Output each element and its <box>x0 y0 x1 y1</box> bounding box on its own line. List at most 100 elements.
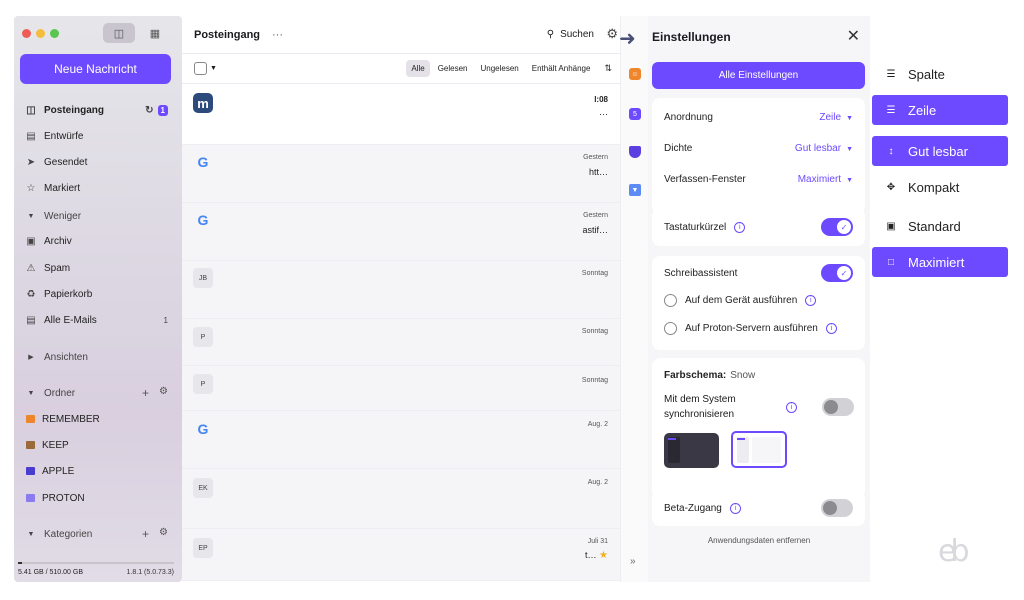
sidebar-folder-proton[interactable]: PROTON <box>20 488 174 508</box>
list-item[interactable]: P Sonntag <box>182 319 620 366</box>
arrangement-row[interactable]: Anordnung Zeile ▼ <box>664 107 853 127</box>
sidebar-folder-remember[interactable]: REMEMBER <box>20 409 174 429</box>
info-icon[interactable]: i <box>786 402 797 413</box>
avatar: P <box>193 327 213 347</box>
density-row[interactable]: Dichte Gut lesbar ▼ <box>664 138 853 158</box>
list-item[interactable]: EP Juli 31 t… ★ <box>182 529 620 581</box>
list-item[interactable]: JB Sonntag <box>182 261 620 319</box>
inbox-icon: ◫ <box>26 104 36 116</box>
sidebar-item-drafts[interactable]: ▤ Entwürfe <box>20 126 174 146</box>
version-text: 1.8.1 (5.0.73.3) <box>126 569 174 576</box>
list-item[interactable]: G Gestern astif… <box>182 203 620 261</box>
more-options-icon[interactable]: ··· <box>272 29 283 41</box>
composer-row[interactable]: Verfassen-Fenster Maximiert ▼ <box>664 169 853 189</box>
beta-row: Beta-Zugang i <box>664 498 853 518</box>
star-icon[interactable]: ★ <box>599 550 608 561</box>
expand-icon[interactable]: » <box>630 556 636 567</box>
density-select[interactable]: Gut lesbar ▼ <box>795 143 853 154</box>
info-icon[interactable]: i <box>729 502 741 514</box>
sync-label: Mit dem System synchronisieren <box>664 394 736 420</box>
close-window-button[interactable] <box>22 29 31 38</box>
option-column[interactable]: ☰ Spalte <box>872 59 1008 89</box>
radio-server[interactable] <box>664 321 677 335</box>
settings-gear-icon[interactable]: ⚙ <box>606 26 618 42</box>
sidebar-item-label: Ordner <box>44 387 76 399</box>
filter-attachments[interactable]: Enthält Anhänge <box>527 60 596 77</box>
shield-icon[interactable] <box>629 146 641 158</box>
option-compact[interactable]: ✥ Kompakt <box>872 172 1008 202</box>
shortcuts-toggle[interactable]: ✓ <box>821 218 853 236</box>
option-maximized[interactable]: □ Maximiert <box>872 247 1008 277</box>
sidebar-toggle-categories[interactable]: ▼ Kategorien + ⚙ <box>20 524 174 544</box>
sidebar-item-inbox[interactable]: ◫ Posteingang ↻ 1 <box>20 100 174 120</box>
list-item[interactable]: G Gestern htt… <box>182 145 620 203</box>
select-all-checkbox[interactable] <box>194 62 207 75</box>
sort-icon[interactable]: ⇅ <box>604 63 612 74</box>
calendar-app-icon[interactable]: ▦ <box>139 23 171 43</box>
assistant-server-label: Auf Proton-Servern ausführen <box>685 322 818 334</box>
chevron-down-icon[interactable]: ▼ <box>210 65 217 72</box>
add-category-icon[interactable]: + <box>142 527 149 541</box>
gear-icon[interactable]: ⚙ <box>159 386 168 400</box>
row-date: Aug. 2 <box>587 479 608 486</box>
arrangement-select[interactable]: Zeile ▼ <box>819 112 853 123</box>
info-icon[interactable]: i <box>825 322 837 334</box>
list-item[interactable]: EK Aug. 2 <box>182 469 620 529</box>
zoom-window-button[interactable] <box>50 29 59 38</box>
filter-read[interactable]: Gelesen <box>433 60 473 77</box>
filter-all[interactable]: Alle <box>406 60 430 77</box>
all-settings-button[interactable]: Alle Einstellungen <box>652 62 865 89</box>
sidebar-toggle-less[interactable]: ▼ Weniger <box>20 206 174 226</box>
sidebar-folder-keep[interactable]: KEEP <box>20 435 174 455</box>
star-icon: ☆ <box>26 182 36 194</box>
vpn-icon[interactable]: ▼ <box>629 184 641 196</box>
sidebar-toggle-views[interactable]: ▶ Ansichten <box>20 347 174 367</box>
assistant-device-option[interactable]: Auf dem Gerät ausführen i <box>664 290 853 310</box>
list-item[interactable]: G Aug. 2 <box>182 411 620 469</box>
check-icon: ✓ <box>837 220 851 234</box>
storage-text: 5.41 GB / 510.00 GB <box>18 569 83 576</box>
add-folder-icon[interactable]: + <box>142 386 149 400</box>
list-item[interactable]: m l:08 ··· <box>182 84 620 145</box>
google-icon: G <box>197 154 209 170</box>
composer-select[interactable]: Maximiert ▼ <box>798 174 853 185</box>
theme-option-snow[interactable] <box>731 431 787 468</box>
sidebar-item-all-mail[interactable]: ▤ Alle E-Mails 1 <box>20 310 174 330</box>
mail-app-icon[interactable]: ◫ <box>103 23 135 43</box>
sidebar-folder-apple[interactable]: APPLE <box>20 461 174 481</box>
gear-icon[interactable]: ⚙ <box>159 527 168 541</box>
contacts-app-icon[interactable]: ☺ <box>629 68 641 80</box>
sidebar-item-spam[interactable]: ⚠ Spam <box>20 258 174 278</box>
list-item[interactable]: P Sonntag <box>182 366 620 411</box>
assistant-server-option[interactable]: Auf Proton-Servern ausführen i <box>664 318 853 338</box>
refresh-icon[interactable]: ↻ <box>145 105 153 116</box>
assistant-label: Schreibassistent <box>664 267 738 279</box>
sidebar-item-archive[interactable]: ▣ Archiv <box>20 231 174 251</box>
send-icon: ➤ <box>26 156 36 168</box>
folder-icon <box>26 494 35 502</box>
option-row[interactable]: ☰ Zeile <box>872 95 1008 125</box>
radio-device[interactable] <box>664 293 677 307</box>
google-icon: G <box>197 421 209 437</box>
beta-toggle[interactable] <box>821 499 853 517</box>
close-icon[interactable]: ✕ <box>847 26 860 46</box>
minimize-window-button[interactable] <box>36 29 45 38</box>
sidebar-item-trash[interactable]: ♻ Papierkorb <box>20 284 174 304</box>
sidebar-item-sent[interactable]: ➤ Gesendet <box>20 152 174 172</box>
search-button[interactable]: ⚲ Suchen <box>547 29 594 40</box>
compose-button[interactable]: Neue Nachricht <box>20 54 171 84</box>
compact-icon: ✥ <box>886 181 896 193</box>
sync-toggle[interactable] <box>822 398 854 416</box>
theme-option-dark[interactable] <box>664 433 719 468</box>
clear-app-data-link[interactable]: Anwendungsdaten entfernen <box>648 536 870 545</box>
option-comfortable[interactable]: ↕ Gut lesbar <box>872 136 1008 166</box>
row-date: Juli 31 <box>587 538 608 545</box>
filter-unread[interactable]: Ungelesen <box>475 60 523 77</box>
sidebar-toggle-folders[interactable]: ▼ Ordner + ⚙ <box>20 383 174 403</box>
info-icon[interactable]: i <box>805 294 817 306</box>
sidebar-item-starred[interactable]: ☆ Markiert <box>20 178 174 198</box>
calendar-app-icon[interactable]: 5 <box>629 108 641 120</box>
option-standard[interactable]: ▣ Standard <box>872 211 1008 241</box>
info-icon[interactable]: i <box>734 221 746 233</box>
assistant-toggle[interactable]: ✓ <box>821 264 853 282</box>
